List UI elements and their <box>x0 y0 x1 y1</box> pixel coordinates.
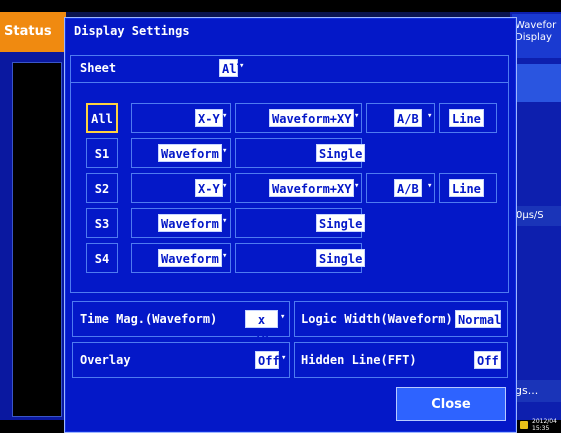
usb-icon <box>520 421 528 429</box>
display-mode-select[interactable]: X-Y <box>195 109 223 127</box>
overlay-label: Overlay <box>80 353 131 367</box>
hidden-line-button[interactable]: Off <box>474 351 501 369</box>
waveform-dropdown-icon[interactable]: ▾ <box>354 112 362 121</box>
ab-select[interactable]: A/B <box>394 179 422 197</box>
mode-dropdown-icon[interactable]: ▾ <box>222 147 230 156</box>
overlay-select[interactable]: Off <box>255 351 280 369</box>
ab-dropdown-icon[interactable]: ▾ <box>427 112 435 121</box>
dialog-title: Display Settings <box>74 24 190 38</box>
close-button[interactable]: Close <box>396 387 506 421</box>
display-mode-select[interactable]: X-Y <box>195 179 223 197</box>
sheet-header <box>70 55 509 83</box>
waveform-type-select[interactable]: Waveform+XY <box>269 109 355 127</box>
waveform-dropdown-icon[interactable]: ▾ <box>354 147 362 156</box>
mode-dropdown-icon[interactable]: ▾ <box>222 252 230 261</box>
sheet-row-label[interactable]: S3 <box>86 208 118 238</box>
clock: 2012/04 15:35 <box>532 418 557 432</box>
display-mode-select[interactable]: Waveform <box>158 214 222 232</box>
settings-button[interactable]: gs... <box>513 380 561 402</box>
sheet-row-label[interactable]: S2 <box>86 173 118 203</box>
sheet-row-label[interactable]: S1 <box>86 138 118 168</box>
top-strip <box>0 0 561 12</box>
sheet-dropdown-icon[interactable]: ▾ <box>239 62 247 71</box>
sheet-row-label[interactable]: All <box>86 103 118 133</box>
time-mag-dropdown-icon[interactable]: ▾ <box>280 313 288 322</box>
time-mag-label: Time Mag.(Waveform) <box>80 312 218 326</box>
logic-width-button[interactable]: Normal <box>455 310 501 328</box>
ab-select[interactable]: A/B <box>394 109 422 127</box>
right-button[interactable] <box>513 64 561 102</box>
waveform-dropdown-icon[interactable]: ▾ <box>354 252 362 261</box>
line-button[interactable]: Line <box>449 179 484 197</box>
mode-dropdown-icon[interactable]: ▾ <box>222 182 230 191</box>
waveform-type-select[interactable]: Waveform+XY <box>269 179 355 197</box>
line-button[interactable]: Line <box>449 109 484 127</box>
waveform-display-tab[interactable]: Wavefor Display <box>512 14 561 58</box>
time-div-value[interactable]: 0µs/S <box>513 206 561 226</box>
display-mode-select[interactable]: Waveform <box>158 144 222 162</box>
overlay-dropdown-icon[interactable]: ▾ <box>281 354 289 363</box>
status-tab[interactable]: Status <box>0 12 66 52</box>
waveform-dropdown-icon[interactable]: ▾ <box>354 217 362 226</box>
mode-dropdown-icon[interactable]: ▾ <box>222 112 230 121</box>
display-mode-select[interactable]: Waveform <box>158 249 222 267</box>
waveform-area <box>12 62 62 417</box>
hidden-line-label: Hidden Line(FFT) <box>301 353 417 367</box>
sheet-label: Sheet <box>80 61 117 75</box>
mode-dropdown-icon[interactable]: ▾ <box>222 217 230 226</box>
ab-dropdown-icon[interactable]: ▾ <box>427 182 435 191</box>
sheet-select[interactable]: All <box>219 59 244 77</box>
waveform-dropdown-icon[interactable]: ▾ <box>354 182 362 191</box>
logic-width-label: Logic Width(Waveform) <box>301 312 453 326</box>
time-mag-select[interactable]: x 10 <box>245 310 278 345</box>
sheet-row-label[interactable]: S4 <box>86 243 118 273</box>
